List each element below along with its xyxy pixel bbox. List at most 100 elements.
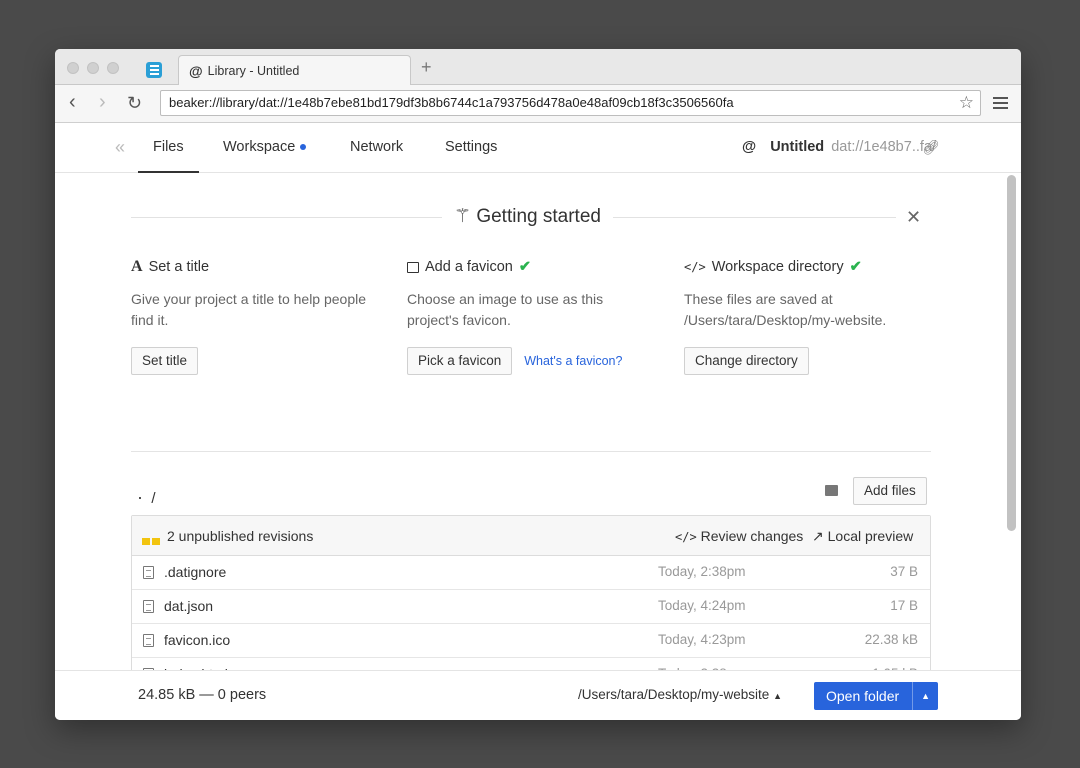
reload-icon[interactable]: ↻ xyxy=(127,93,142,113)
image-icon xyxy=(407,261,419,273)
file-icon xyxy=(143,566,154,579)
archive-icon[interactable] xyxy=(825,485,838,496)
footer: 24.85 kB — 0 peers /Users/tara/Desktop/m… xyxy=(55,670,1021,720)
file-size: 37 B xyxy=(890,564,918,579)
archive-stats: 24.85 kB — 0 peers xyxy=(138,687,267,703)
site-name: Untitled xyxy=(770,139,825,155)
add-files-button[interactable]: Add files xyxy=(853,477,927,505)
card-title: Workspace directory xyxy=(711,259,844,275)
menu-icon[interactable] xyxy=(993,97,1008,112)
revisions-count: 2 unpublished revisions xyxy=(167,528,314,544)
set-title-button[interactable]: Set title xyxy=(131,347,199,375)
site-url[interactable]: dat://1e48b7..fa/ xyxy=(831,139,936,155)
file-row[interactable]: favicon.ico Today, 4:23pm 22.38 kB xyxy=(132,624,930,658)
magic-wand-icon: ⚚ xyxy=(454,206,472,227)
file-name[interactable]: dat.json xyxy=(164,598,213,614)
at-icon: @ xyxy=(189,63,203,79)
url-bar[interactable]: beaker://library/dat://1e48b7ebe81bd179d… xyxy=(160,90,981,116)
tab-network-label: Network xyxy=(350,139,404,155)
getting-started-title: Getting started xyxy=(476,206,601,227)
favicon-help-link[interactable]: What's a favicon? xyxy=(524,354,622,368)
caret-up-icon[interactable]: ▲ xyxy=(912,682,930,710)
tab-files-label: Files xyxy=(153,139,184,155)
tab-network[interactable]: Network xyxy=(350,123,403,173)
code-icon: </> xyxy=(684,260,706,274)
favicon-card: Add a favicon ✔ Choose an image to use as… xyxy=(407,257,697,375)
set-title-card: A Set a title Give your project a title t… xyxy=(131,257,391,375)
close-icon[interactable]: ✕ xyxy=(906,207,921,228)
file-row[interactable]: dat.json Today, 4:24pm 17 B xyxy=(132,590,930,624)
collapse-sidebar-icon[interactable]: « xyxy=(115,137,125,158)
changes-indicator-dot xyxy=(300,144,307,151)
file-row[interactable]: index.htmlToday, 2:38pm1.05 kB xyxy=(132,658,930,670)
forward-icon[interactable]: › xyxy=(99,92,106,112)
back-icon[interactable]: ‹ xyxy=(69,92,76,112)
minimize-window-button[interactable] xyxy=(87,62,99,74)
navigation-bar: ‹ › ↻ beaker://library/dat://1e48b7ebe81… xyxy=(55,85,1021,123)
review-changes-button[interactable]: </> Review changes xyxy=(675,528,803,544)
title-bar: @ Library - Untitled + xyxy=(55,49,1021,86)
card-description: Give your project a title to help people… xyxy=(131,291,367,328)
review-changes-label: Review changes xyxy=(700,528,804,544)
browser-tab[interactable]: @ Library - Untitled xyxy=(178,55,411,86)
file-name[interactable]: favicon.ico xyxy=(164,632,230,648)
revisions-header: 2 unpublished revisions </> Review chang… xyxy=(132,516,930,556)
workspace-directory-card: </> Workspace directory ✔ These files are … xyxy=(684,257,944,375)
file-icon xyxy=(143,634,154,647)
getting-started-heading: ⚚ Getting started xyxy=(442,205,613,228)
change-directory-button[interactable]: Change directory xyxy=(684,347,809,375)
new-tab-button[interactable]: + xyxy=(421,57,432,78)
pick-favicon-button[interactable]: Pick a favicon xyxy=(407,347,513,375)
tab-workspace-label: Workspace xyxy=(223,139,296,155)
file-modified: Today, 4:23pm xyxy=(658,632,746,647)
at-icon: @ xyxy=(742,139,757,155)
browser-window: @ Library - Untitled + ‹ › ↻ beaker://li… xyxy=(55,49,1021,720)
caret-up-icon: ▲ xyxy=(773,691,782,701)
file-name[interactable]: .datignore xyxy=(164,564,226,580)
scrollbar[interactable] xyxy=(1007,175,1016,531)
file-modified: Today, 4:24pm xyxy=(658,598,746,613)
card-heading: A Set a title xyxy=(131,257,391,277)
breadcrumb-root-dot[interactable]: · xyxy=(137,487,143,507)
workspace-path: /Users/tara/Desktop/my-website xyxy=(578,687,770,702)
tab-workspace[interactable]: Workspace xyxy=(223,123,307,173)
breadcrumb: · / xyxy=(137,487,156,508)
card-heading: Add a favicon ✔ xyxy=(407,257,697,277)
close-window-button[interactable] xyxy=(67,62,79,74)
tab-files[interactable]: Files xyxy=(138,123,199,173)
library-app-icon[interactable] xyxy=(146,62,162,78)
library-subnav: « Files Workspace Network Settings @ Unt… xyxy=(55,123,1021,173)
code-icon: </> xyxy=(675,530,697,544)
bookmark-star-icon[interactable]: ☆ xyxy=(959,91,974,115)
zoom-window-button[interactable] xyxy=(107,62,119,74)
breadcrumb-path: / xyxy=(151,490,156,507)
site-info: @ Untitled dat://1e48b7..fa/ xyxy=(742,139,936,155)
link-icon[interactable]: 🔗︎ xyxy=(922,139,940,156)
check-icon: ✔ xyxy=(518,259,532,275)
card-title: Set a title xyxy=(148,259,210,275)
card-description: These files are saved at /Users/tara/Des… xyxy=(684,291,887,328)
tab-settings-label: Settings xyxy=(445,139,498,155)
font-icon: A xyxy=(131,258,143,275)
file-size: 22.38 kB xyxy=(864,632,918,647)
tab-settings[interactable]: Settings xyxy=(445,123,497,173)
card-title: Add a favicon xyxy=(425,259,513,275)
file-size: 17 B xyxy=(890,598,918,613)
workspace-path-dropdown[interactable]: /Users/tara/Desktop/my-website ▲ xyxy=(578,687,782,702)
local-preview-button[interactable]: ↗ Local preview xyxy=(812,528,913,545)
card-heading: </> Workspace directory ✔ xyxy=(684,257,944,277)
file-icon xyxy=(143,600,154,613)
open-folder-label: Open folder xyxy=(826,688,900,704)
card-description: Choose an image to use as this project's… xyxy=(407,291,604,328)
file-row[interactable]: .datignore Today, 2:38pm 37 B xyxy=(132,556,930,590)
url-text: beaker://library/dat://1e48b7ebe81bd179d… xyxy=(169,95,734,110)
section-divider xyxy=(131,451,931,452)
external-link-icon: ↗ xyxy=(812,528,824,544)
open-folder-button[interactable]: Open folder ▲ xyxy=(814,682,938,710)
revisions-icon xyxy=(142,532,162,548)
file-list: 2 unpublished revisions </> Review chang… xyxy=(131,515,931,670)
main-content: ⚚ Getting started ✕ A Set a title Give yo… xyxy=(55,173,1021,670)
check-icon: ✔ xyxy=(849,259,862,275)
file-modified: Today, 2:38pm xyxy=(658,564,746,579)
local-preview-label: Local preview xyxy=(827,528,914,544)
